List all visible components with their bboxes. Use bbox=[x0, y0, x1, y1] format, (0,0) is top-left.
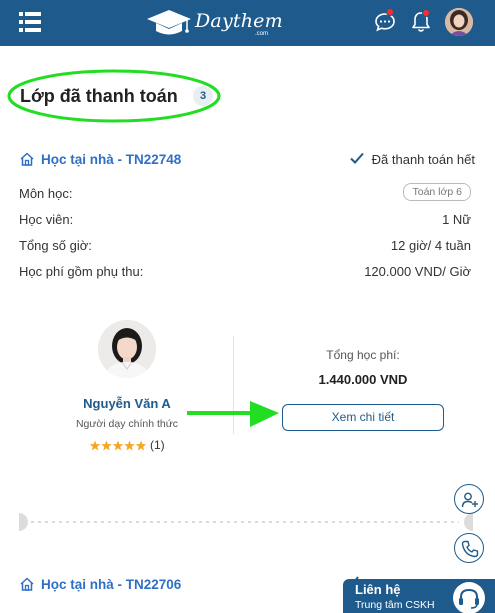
info-label: Tổng số giờ: bbox=[19, 238, 92, 253]
payment-status: Đã thanh toán hết bbox=[371, 152, 475, 167]
page-title: Lớp đã thanh toán bbox=[20, 86, 178, 106]
home-icon bbox=[20, 577, 34, 591]
vertical-divider bbox=[233, 336, 234, 434]
user-avatar[interactable] bbox=[445, 8, 473, 36]
class-card-header: Học tại nhà - TN22748 Đã thanh toán hết bbox=[19, 150, 475, 170]
page-title-section: Lớp đã thanh toán 3 bbox=[9, 72, 219, 120]
bell-notification-dot bbox=[422, 9, 430, 17]
call-button[interactable] bbox=[454, 533, 484, 563]
headset-icon bbox=[459, 588, 479, 609]
star-icon bbox=[101, 440, 112, 451]
info-value: 12 giờ/ 4 tuần bbox=[390, 238, 471, 253]
info-row-students: Học viên: 1 Nữ bbox=[19, 212, 471, 232]
total-fee-label: Tổng học phí: bbox=[326, 348, 400, 362]
tutor-photo[interactable] bbox=[98, 320, 156, 378]
chat-notification-dot bbox=[386, 8, 394, 16]
tutor-rating: (1) bbox=[89, 438, 179, 454]
notification-button[interactable] bbox=[409, 9, 433, 35]
tutor-photo-image bbox=[98, 320, 156, 378]
add-user-button[interactable] bbox=[454, 484, 484, 514]
rating-stars bbox=[89, 440, 147, 451]
rating-count: (1) bbox=[150, 438, 165, 452]
phone-icon bbox=[461, 540, 479, 558]
total-fee-value: 1.440.000 VND bbox=[318, 372, 408, 387]
top-navbar: Daythem .com bbox=[0, 0, 495, 46]
check-icon bbox=[350, 152, 364, 164]
tutor-role: Người dạy chính thức bbox=[75, 418, 179, 430]
info-label: Môn học: bbox=[19, 186, 73, 201]
view-details-button[interactable]: Xem chi tiết bbox=[282, 404, 444, 431]
logo-text: Daythem bbox=[195, 10, 283, 32]
info-value: 120.000 VND/ Giờ bbox=[364, 264, 471, 279]
class-code-link[interactable]: Học tại nhà - TN22748 bbox=[41, 152, 181, 167]
info-label: Học viên: bbox=[19, 212, 74, 227]
star-icon bbox=[124, 440, 135, 451]
user-avatar-image bbox=[445, 8, 473, 36]
add-user-icon bbox=[461, 492, 478, 508]
info-row-subject: Môn học: Toán lớp 6 bbox=[19, 183, 471, 206]
star-icon bbox=[112, 440, 124, 451]
star-icon bbox=[89, 440, 101, 451]
support-title: Liên hệ bbox=[355, 582, 401, 597]
support-subtitle: Trung tâm CSKH bbox=[355, 599, 435, 611]
daythem-logo[interactable]: Daythem .com bbox=[146, 7, 283, 39]
tutor-name[interactable]: Nguyễn Văn A bbox=[68, 396, 186, 411]
annotation-arrow-head bbox=[250, 401, 279, 427]
graduation-cap-icon bbox=[147, 10, 191, 35]
home-icon bbox=[20, 152, 34, 166]
chat-button[interactable] bbox=[373, 8, 397, 34]
info-row-hours: Tổng số giờ: 12 giờ/ 4 tuần bbox=[19, 238, 471, 258]
customer-support-widget[interactable]: Liên hệ Trung tâm CSKH bbox=[343, 579, 495, 613]
info-label: Học phí gồm phụ thu: bbox=[19, 264, 144, 279]
timeline-separator bbox=[19, 513, 473, 531]
class-card-header-2: Học tại nhà - TN22706 bbox=[19, 575, 219, 595]
info-row-fee: Học phí gồm phụ thu: 120.000 VND/ Giờ bbox=[19, 264, 471, 284]
logo-subtext: .com bbox=[255, 31, 269, 37]
class-code-link[interactable]: Học tại nhà - TN22706 bbox=[41, 577, 181, 592]
subject-tag: Toán lớp 6 bbox=[403, 183, 471, 201]
info-value: 1 Nữ bbox=[442, 212, 471, 227]
hamburger-menu-icon[interactable] bbox=[19, 11, 41, 33]
class-count-badge: 3 bbox=[193, 86, 213, 106]
support-icon-circle bbox=[453, 582, 485, 613]
star-icon bbox=[135, 440, 147, 451]
